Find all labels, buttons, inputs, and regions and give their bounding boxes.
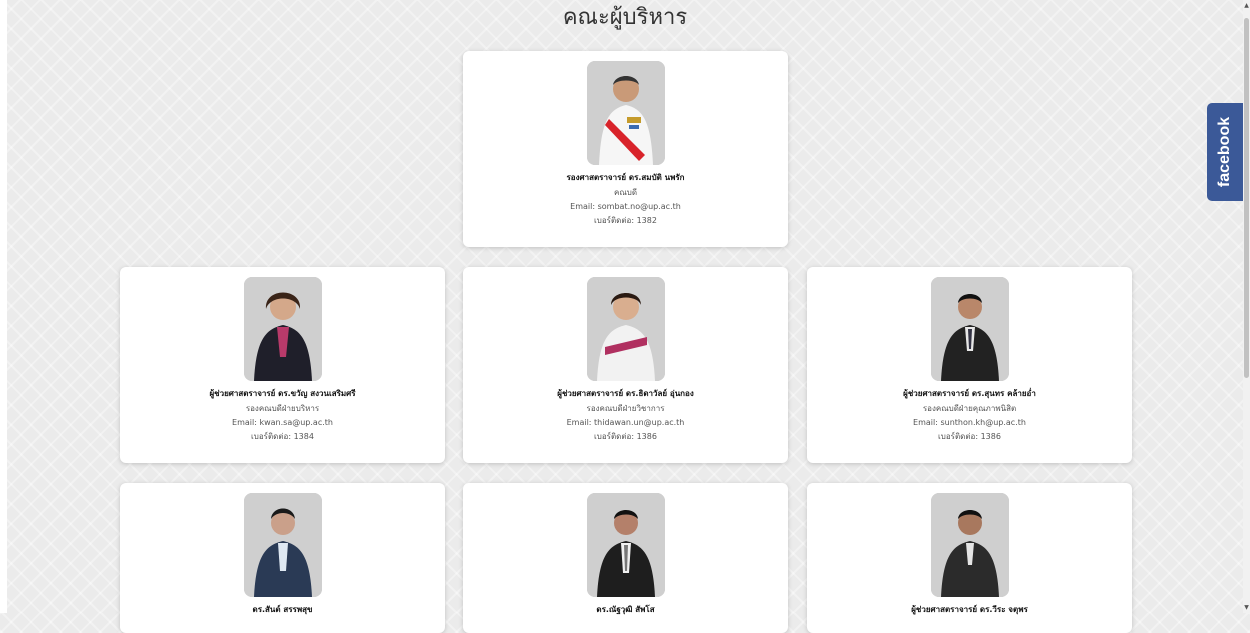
executive-name: ดร.ณัฐวุฒิ สัพโส — [596, 605, 655, 614]
profile-photo — [243, 277, 322, 381]
executive-name: ผู้ช่วยศาสตราจารย์ ดร.สุนทร คล้ายอ่ำ — [903, 389, 1036, 398]
executive-card[interactable]: ดร.ณัฐวุฒิ สัพโส — [463, 483, 788, 633]
executive-card[interactable]: ดร.สันต์ สรรพสุข — [120, 483, 445, 633]
executive-card[interactable]: ผู้ช่วยศาสตราจารย์ ดร.สุนทร คล้ายอ่ำ รอง… — [807, 267, 1132, 463]
executive-name: ดร.สันต์ สรรพสุข — [252, 605, 313, 614]
executive-email[interactable]: Email: sombat.no@up.ac.th — [463, 200, 788, 214]
scroll-up-arrow-icon[interactable]: ▲ — [1243, 2, 1250, 9]
executive-card[interactable]: รองศาสตราจารย์ ดร.สมบัติ นพรัก คณบดี Ema… — [463, 51, 788, 247]
executive-position: รองคณบดีฝ่ายวิชาการ — [586, 404, 665, 413]
executive-phone: เบอร์ติดต่อ: 1386 — [594, 432, 657, 441]
executive-phone: เบอร์ติดต่อ: 1382 — [594, 216, 657, 225]
executive-email[interactable]: Email: kwan.sa@up.ac.th — [120, 416, 445, 430]
scroll-down-arrow-icon[interactable]: ▼ — [1243, 604, 1250, 611]
page-title: คณะผู้บริหาร — [562, 5, 688, 30]
profile-photo — [586, 277, 665, 381]
profile-photo — [586, 493, 665, 597]
page-left-border — [0, 0, 7, 613]
profile-photo — [930, 277, 1009, 381]
executive-card[interactable]: ผู้ช่วยศาสตราจารย์ ดร.วีระ จตุพร — [807, 483, 1132, 633]
facebook-tab[interactable]: facebook — [1207, 103, 1243, 201]
executive-email[interactable]: Email: thidawan.un@up.ac.th — [463, 416, 788, 430]
executive-name: ผู้ช่วยศาสตราจารย์ ดร.วีระ จตุพร — [911, 605, 1028, 614]
vertical-scrollbar[interactable]: ▲ ▼ — [1243, 0, 1250, 613]
executive-position: รองคณบดีฝ่ายบริหาร — [245, 404, 320, 413]
profile-photo — [930, 493, 1009, 597]
executive-position: คณบดี — [613, 188, 638, 197]
executive-position: รองคณบดีฝ่ายคุณภาพนิสิต — [922, 404, 1017, 413]
executive-name: ผู้ช่วยศาสตราจารย์ ดร.ธิดาวัลย์ อุ่นกอง — [557, 389, 694, 398]
executive-phone: เบอร์ติดต่อ: 1384 — [251, 432, 314, 441]
executive-name: รองศาสตราจารย์ ดร.สมบัติ นพรัก — [566, 173, 685, 182]
scrollbar-thumb[interactable] — [1244, 18, 1249, 378]
executive-phone: เบอร์ติดต่อ: 1386 — [938, 432, 1001, 441]
executive-name: ผู้ช่วยศาสตราจารย์ ดร.ขวัญ สงวนเสริมศรี — [209, 389, 356, 398]
executive-card[interactable]: ผู้ช่วยศาสตราจารย์ ดร.ขวัญ สงวนเสริมศรี … — [120, 267, 445, 463]
executive-card[interactable]: ผู้ช่วยศาสตราจารย์ ดร.ธิดาวัลย์ อุ่นกอง … — [463, 267, 788, 463]
facebook-icon: facebook — [1216, 116, 1233, 188]
profile-photo — [586, 61, 665, 165]
profile-photo — [243, 493, 322, 597]
executive-email[interactable]: Email: sunthon.kh@up.ac.th — [807, 416, 1132, 430]
